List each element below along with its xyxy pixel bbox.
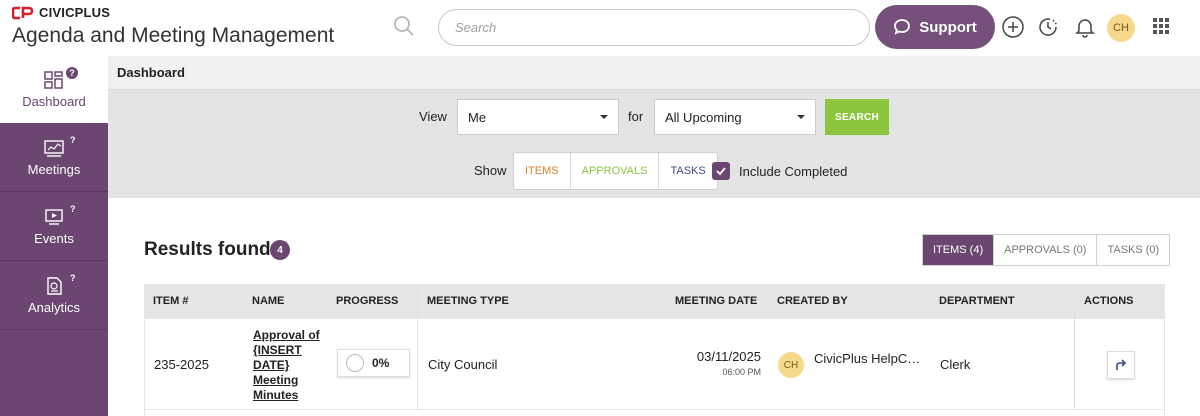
add-circle-icon[interactable] [1001, 15, 1025, 39]
support-button[interactable]: Support [875, 5, 995, 49]
table-row[interactable] [144, 410, 1165, 416]
for-select-value: All Upcoming [665, 109, 742, 125]
for-label: for [628, 109, 644, 124]
help-mark[interactable]: ? [70, 135, 76, 145]
progress-value: 0% [372, 356, 390, 370]
table-header: ITEM # NAME PROGRESS MEETING TYPE MEETIN… [144, 284, 1165, 319]
progress-indicator[interactable]: 0% [337, 349, 410, 377]
sidebar-item-label: Events [34, 230, 74, 246]
view-select-value: Me [468, 109, 487, 125]
sidebar-item-label: Analytics [27, 299, 81, 315]
column-header-department[interactable]: DEPARTMENT [939, 295, 1015, 307]
brand-name: CIVICPLUS [39, 5, 111, 20]
forward-arrow-icon [1116, 359, 1127, 370]
sidebar-item-label: Meetings [27, 161, 81, 177]
checkmark-icon [716, 167, 726, 176]
table-row[interactable]: 235-2025 Approval of {INSERT DATE} Meeti… [144, 319, 1165, 410]
civicplus-logo[interactable]: CIVICPLUS [12, 5, 110, 20]
column-header-meeting-type[interactable]: MEETING TYPE [427, 295, 509, 307]
search-icon[interactable] [392, 14, 416, 38]
item-number: 235-2025 [154, 357, 209, 372]
help-mark[interactable]: ? [70, 273, 76, 283]
apps-grid-icon[interactable] [1153, 18, 1169, 34]
creator-name: CivicPlus HelpCe... [814, 351, 924, 366]
show-label: Show [474, 163, 507, 178]
show-toggle-group: ITEMS APPROVALS TASKS [513, 152, 718, 190]
chevron-down-icon [797, 115, 805, 119]
help-mark[interactable]: ? [70, 204, 76, 214]
app-title: Agenda and Meeting Management [12, 24, 335, 47]
analytics-icon [47, 276, 62, 295]
dashboard-icon [44, 71, 63, 89]
user-avatar[interactable]: CH [1107, 14, 1135, 42]
department: Clerk [940, 357, 971, 372]
results-title: Results found: [144, 239, 277, 260]
recent-history-icon[interactable] [1036, 15, 1060, 39]
global-search-input[interactable] [438, 9, 870, 46]
meeting-time: 06:00 PM [722, 367, 761, 377]
column-header-name[interactable]: NAME [252, 295, 284, 307]
open-item-button[interactable] [1107, 351, 1135, 379]
support-label: Support [919, 18, 977, 36]
column-header-progress[interactable]: PROGRESS [336, 295, 398, 307]
meeting-date: 03/11/2025 [696, 349, 761, 364]
sidebar-item-meetings[interactable]: ? Meetings [0, 123, 108, 192]
filter-panel: View Me for All Upcoming SEARCH Show ITE… [108, 90, 1200, 198]
sidebar-item-dashboard[interactable]: ? Dashboard [0, 56, 108, 123]
include-completed-checkbox[interactable] [712, 162, 730, 180]
chevron-down-icon [600, 115, 608, 119]
app-header: CIVICPLUS Agenda and Meeting Management … [0, 0, 1200, 56]
show-tasks-toggle[interactable]: TASKS [659, 153, 716, 189]
for-select[interactable]: All Upcoming [654, 99, 816, 135]
column-header-item-number[interactable]: ITEM # [153, 295, 188, 307]
column-header-meeting-date[interactable]: MEETING DATE [675, 295, 757, 307]
view-select[interactable]: Me [457, 99, 619, 135]
sidebar-item-analytics[interactable]: ? Analytics [0, 261, 108, 330]
help-badge[interactable]: ? [66, 67, 78, 79]
sidebar-item-events[interactable]: ? Events [0, 192, 108, 261]
sidebar-nav: ? Dashboard ? Meetings ? Events ? Analyt… [0, 56, 108, 416]
page-title: Dashboard [117, 65, 185, 80]
column-header-actions: ACTIONS [1084, 295, 1134, 307]
view-label: View [419, 109, 447, 124]
breadcrumb: Dashboard [108, 56, 1200, 90]
item-name-link[interactable]: Approval of {INSERT DATE} Meeting Minute… [253, 328, 323, 403]
results-tabs: ITEMS (4) APPROVALS (0) TASKS (0) [922, 234, 1171, 266]
sidebar-item-label: Dashboard [22, 94, 86, 109]
column-divider [417, 284, 418, 410]
tab-approvals[interactable]: APPROVALS (0) [994, 235, 1098, 265]
civicplus-logo-icon [12, 6, 34, 19]
events-icon [45, 208, 63, 225]
column-divider [1074, 284, 1075, 410]
meetings-icon [44, 139, 64, 157]
search-button[interactable]: SEARCH [825, 99, 889, 135]
tab-tasks[interactable]: TASKS (0) [1097, 235, 1170, 265]
show-items-toggle[interactable]: ITEMS [514, 153, 571, 189]
progress-ring-icon [346, 354, 364, 372]
include-completed-label[interactable]: Include Completed [739, 164, 847, 179]
results-count-badge: 4 [270, 240, 290, 260]
column-header-created-by[interactable]: CREATED BY [777, 295, 848, 307]
notifications-bell-icon[interactable] [1073, 15, 1097, 39]
show-approvals-toggle[interactable]: APPROVALS [571, 153, 660, 189]
creator-avatar: CH [778, 352, 804, 378]
chat-bubble-icon [894, 19, 911, 35]
meeting-type: City Council [428, 357, 498, 372]
tab-items[interactable]: ITEMS (4) [923, 235, 995, 265]
